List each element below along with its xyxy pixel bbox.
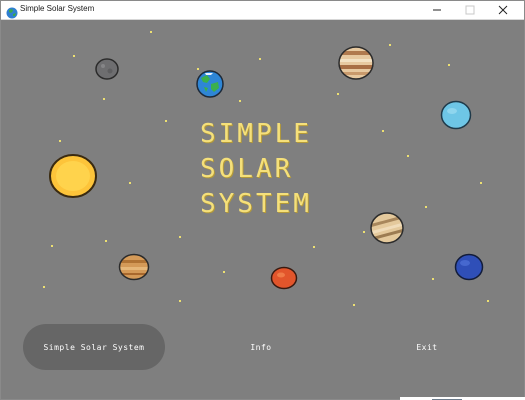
star — [382, 130, 384, 132]
star — [487, 300, 489, 302]
venus-icon — [118, 253, 150, 281]
title-line: SOLAR — [200, 154, 294, 184]
star — [353, 304, 355, 306]
star — [223, 271, 225, 273]
star — [337, 93, 339, 95]
star — [165, 120, 167, 122]
star — [103, 98, 105, 100]
maximize-icon[interactable] — [455, 1, 485, 19]
star — [407, 155, 409, 157]
star — [239, 100, 241, 102]
title-line: SIMPLE — [200, 119, 312, 149]
title-line: SYSTEM — [200, 189, 312, 219]
simple-solar-system-button[interactable]: Simple Solar System — [23, 324, 165, 370]
star — [425, 206, 427, 208]
star — [179, 300, 181, 302]
earth-icon — [196, 70, 224, 98]
star — [59, 140, 61, 142]
globe-icon — [6, 4, 18, 19]
info-button[interactable]: Info — [190, 324, 332, 370]
star — [259, 58, 261, 60]
saturn-icon — [369, 211, 405, 245]
star — [179, 236, 181, 238]
star — [363, 231, 365, 233]
minimize-icon[interactable] — [422, 1, 452, 19]
star — [389, 44, 391, 46]
uranus-icon — [440, 100, 472, 130]
close-icon[interactable] — [488, 1, 518, 19]
star — [129, 182, 131, 184]
game-title: SIMPLE SOLAR SYSTEM — [200, 117, 350, 222]
star — [51, 245, 53, 247]
star — [73, 55, 75, 57]
mars-icon — [270, 266, 298, 290]
game-canvas[interactable]: SIMPLE SOLAR SYSTEM Simple Solar System … — [1, 20, 524, 399]
star — [313, 246, 315, 248]
mercury-icon — [95, 58, 119, 80]
menu-button-label: Exit — [416, 342, 438, 352]
star — [105, 240, 107, 242]
window-title: Simple Solar System — [20, 4, 95, 13]
star — [480, 182, 482, 184]
background-window-edge — [400, 391, 525, 400]
menu-button-label: Simple Solar System — [43, 342, 145, 352]
star — [448, 64, 450, 66]
star — [43, 286, 45, 288]
menu-button-label: Info — [250, 342, 272, 352]
jupiter-icon — [337, 45, 375, 81]
star — [150, 31, 152, 33]
exit-button[interactable]: Exit — [356, 324, 498, 370]
star — [432, 278, 434, 280]
neptune-icon — [454, 253, 484, 281]
app-window: Simple Solar System SIMPLE SOLAR SYSTEM … — [0, 0, 525, 400]
sun-icon — [48, 153, 98, 199]
title-bar[interactable]: Simple Solar System — [1, 1, 524, 20]
